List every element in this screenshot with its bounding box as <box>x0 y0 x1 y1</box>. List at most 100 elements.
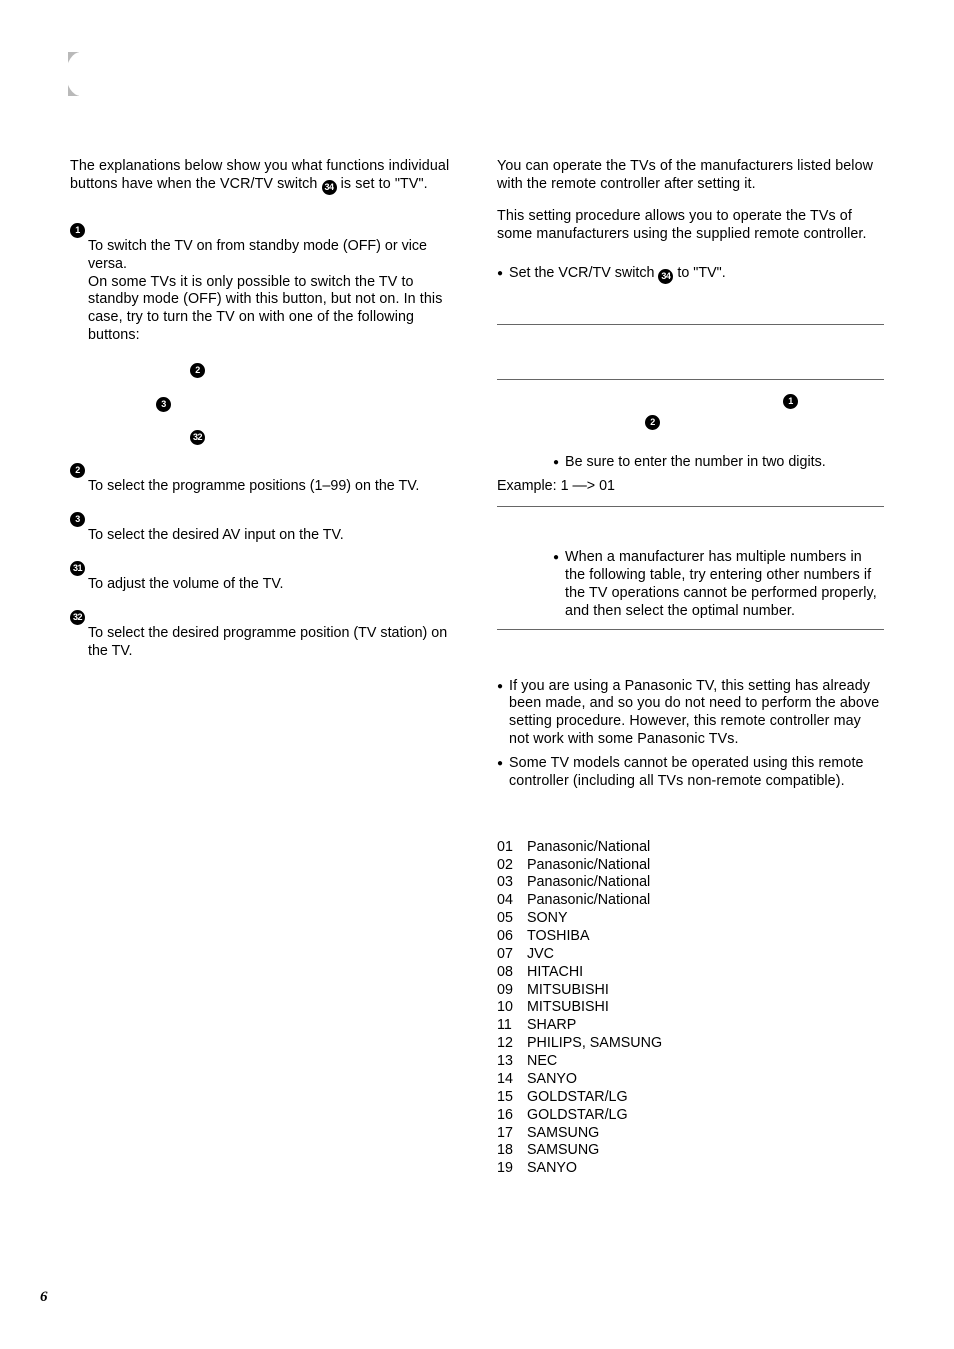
midnote: When a manufacturer has multiple numbers… <box>565 549 884 620</box>
button-1-marker: 1 <box>70 223 85 238</box>
switch-num-icon: 34 <box>322 180 337 195</box>
button-3-block: 3 To select the desired AV input on the … <box>70 508 457 545</box>
manufacturer-name: SANYO <box>527 1160 577 1178</box>
button-1-ref32: 32 <box>190 430 205 445</box>
manufacturer-name: SANYO <box>527 1071 577 1089</box>
manufacturer-code: 03 <box>497 874 527 892</box>
manufacturer-code: 18 <box>497 1142 527 1160</box>
button-31-desc: To adjust the volume of the TV. <box>88 576 457 594</box>
manufacturer-row: 15GOLDSTAR/LG <box>497 1089 884 1107</box>
manufacturer-code: 15 <box>497 1089 527 1107</box>
left-intro: The explanations below show you what fun… <box>70 158 457 195</box>
right-intro2: This setting procedure allows you to ope… <box>497 208 884 244</box>
manufacturer-row: 11SHARP <box>497 1017 884 1035</box>
manufacturer-row: 14SANYO <box>497 1071 884 1089</box>
bullet-set-num: 34 <box>658 269 673 284</box>
manufacturer-name: MITSUBISHI <box>527 999 609 1017</box>
manufacturer-code: 19 <box>497 1160 527 1178</box>
manufacturer-row: 13NEC <box>497 1053 884 1071</box>
button-1-desc-b: On some TVs it is only possible to switc… <box>88 274 457 345</box>
manufacturer-row: 16GOLDSTAR/LG <box>497 1107 884 1125</box>
bullet-set-switch: ● Set the VCR/TV switch 34 to "TV". <box>497 265 884 284</box>
button-31-marker: 31 <box>70 561 85 576</box>
step-ref1-row: 1 <box>497 390 884 409</box>
manufacturer-row: 06TOSHIBA <box>497 928 884 946</box>
manufacturer-name: SONY <box>527 910 568 928</box>
manufacturer-code: 12 <box>497 1035 527 1053</box>
manufacturer-row: 19SANYO <box>497 1160 884 1178</box>
manufacturer-name: MITSUBISHI <box>527 982 609 1000</box>
manufacturer-name: GOLDSTAR/LG <box>527 1089 628 1107</box>
manufacturer-name: JVC <box>527 946 554 964</box>
manufacturer-name: TOSHIBA <box>527 928 590 946</box>
manufacturer-name: Panasonic/National <box>527 892 650 910</box>
manufacturer-code: 14 <box>497 1071 527 1089</box>
step-note-a: Be sure to enter the number in two digit… <box>565 454 884 472</box>
button-32-block: 32 To select the desired programme posit… <box>70 606 457 661</box>
manufacturer-code: 13 <box>497 1053 527 1071</box>
manufacturer-name: NEC <box>527 1053 557 1071</box>
manufacturer-code: 11 <box>497 1017 527 1035</box>
manufacturer-name: Panasonic/National <box>527 857 650 875</box>
divider-3 <box>497 506 884 507</box>
bullet-set-a: Set the VCR/TV switch <box>509 265 658 281</box>
manufacturer-row: 05SONY <box>497 910 884 928</box>
page-number: 6 <box>40 1288 48 1307</box>
manufacturer-row: 08HITACHI <box>497 964 884 982</box>
manufacturer-row: 18SAMSUNG <box>497 1142 884 1160</box>
manufacturer-row: 01Panasonic/National <box>497 839 884 857</box>
button-3-marker: 3 <box>70 512 85 527</box>
manufacturer-row: 09MITSUBISHI <box>497 982 884 1000</box>
right-column: You can operate the TVs of the manufactu… <box>497 158 884 1178</box>
step-note-example: Example: 1 —> 01 <box>497 478 884 496</box>
note2: Some TV models cannot be operated using … <box>509 755 884 791</box>
right-intro1: You can operate the TVs of the manufactu… <box>497 158 884 194</box>
bullet-dot-icon: ● <box>497 758 503 771</box>
bullet-dot-icon: ● <box>497 681 503 694</box>
manufacturer-code: 17 <box>497 1125 527 1143</box>
button-1-desc-a: To switch the TV on from standby mode (O… <box>88 238 457 274</box>
notes-block: ● If you are using a Panasonic TV, this … <box>497 678 884 791</box>
manufacturer-code: 16 <box>497 1107 527 1125</box>
button-1-block: 1 To switch the TV on from standby mode … <box>70 219 457 445</box>
manufacturer-name: PHILIPS, SAMSUNG <box>527 1035 662 1053</box>
step-note-row: ● Be sure to enter the number in two dig… <box>553 454 884 472</box>
manufacturer-row: 07JVC <box>497 946 884 964</box>
manufacturer-code: 07 <box>497 946 527 964</box>
bullet-set-text: Set the VCR/TV switch 34 to "TV". <box>509 265 884 284</box>
manufacturer-code: 09 <box>497 982 527 1000</box>
manufacturer-row: 17SAMSUNG <box>497 1125 884 1143</box>
manufacturer-row: 02Panasonic/National <box>497 857 884 875</box>
manufacturer-name: HITACHI <box>527 964 583 982</box>
midnote-row: ● When a manufacturer has multiple numbe… <box>553 549 884 620</box>
button-2-block: 2 To select the programme positions (1–9… <box>70 459 457 496</box>
manufacturer-list: 01Panasonic/National02Panasonic/National… <box>497 839 884 1178</box>
manufacturer-name: Panasonic/National <box>527 839 650 857</box>
bullet-dot-icon: ● <box>553 457 559 470</box>
note1-row: ● If you are using a Panasonic TV, this … <box>497 678 884 749</box>
manufacturer-code: 01 <box>497 839 527 857</box>
button-1-ref2: 2 <box>190 363 205 378</box>
button-32-desc: To select the desired programme position… <box>88 625 457 661</box>
header-graphic <box>40 52 96 102</box>
divider-4 <box>497 629 884 630</box>
manufacturer-name: SHARP <box>527 1017 576 1035</box>
note1: If you are using a Panasonic TV, this se… <box>509 678 884 749</box>
button-2-desc: To select the programme positions (1–99)… <box>88 478 457 496</box>
manufacturer-name: SAMSUNG <box>527 1142 599 1160</box>
step-ref2: 2 <box>645 415 660 430</box>
page: The explanations below show you what fun… <box>0 0 954 1349</box>
divider-2 <box>497 379 884 380</box>
bullet-dot-icon: ● <box>553 552 559 565</box>
button-31-block: 31 To adjust the volume of the TV. <box>70 557 457 594</box>
manufacturer-code: 10 <box>497 999 527 1017</box>
manufacturer-row: 12PHILIPS, SAMSUNG <box>497 1035 884 1053</box>
manufacturer-code: 08 <box>497 964 527 982</box>
button-1-ref2-row: 2 <box>190 359 457 378</box>
manufacturer-name: Panasonic/National <box>527 874 650 892</box>
button-1-ref3: 3 <box>156 397 171 412</box>
manufacturer-row: 03Panasonic/National <box>497 874 884 892</box>
columns: The explanations below show you what fun… <box>70 158 884 1178</box>
button-1-ref3-row: 3 <box>156 393 457 412</box>
manufacturer-code: 04 <box>497 892 527 910</box>
